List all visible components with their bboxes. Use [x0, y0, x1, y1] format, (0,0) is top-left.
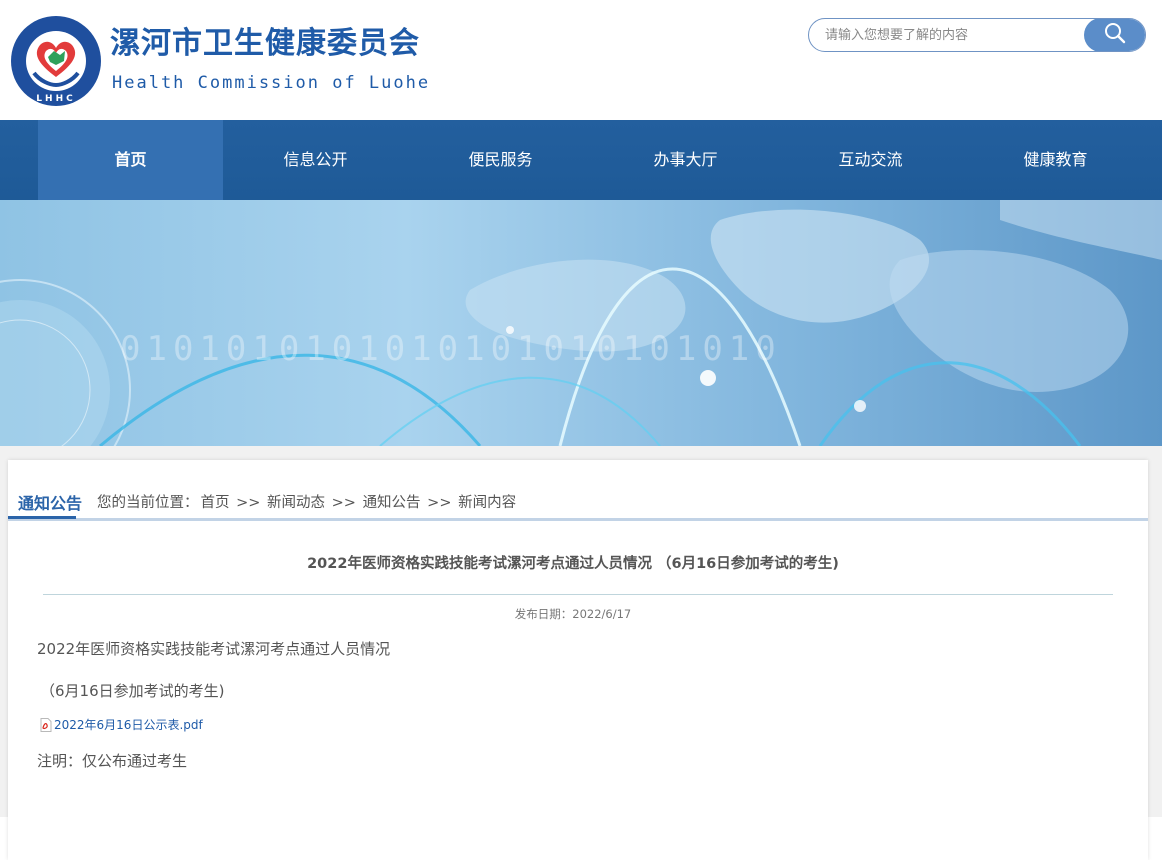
- banner-binary-text: 0101010101010101010101010: [120, 329, 782, 369]
- breadcrumb-prefix: 您的当前位置：: [97, 495, 199, 511]
- article-paragraph-1: 2022年医师资格实践技能考试漯河考点通过人员情况: [37, 640, 391, 658]
- title-divider: [43, 594, 1113, 595]
- banner-image: 0101010101010101010101010: [0, 200, 1162, 446]
- breadcrumb: 您的当前位置： 首页 >> 新闻动态 >> 通知公告 >> 新闻内容: [97, 491, 518, 512]
- nav-item-interaction[interactable]: 互动交流: [778, 120, 963, 200]
- search-box: [808, 18, 1146, 52]
- site-title: 漯河市卫生健康委员会: [110, 26, 420, 61]
- breadcrumb-notices[interactable]: 通知公告: [363, 495, 421, 511]
- panel-header: 通知公告 您的当前位置： 首页 >> 新闻动态 >> 通知公告 >> 新闻内容: [8, 460, 1148, 521]
- article-note: 注明：仅公布通过考生: [37, 752, 188, 770]
- nav-item-home[interactable]: 首页: [38, 120, 223, 200]
- attachment-filename: 2022年6月16日公示表.pdf: [54, 718, 203, 732]
- article-panel: 通知公告 您的当前位置： 首页 >> 新闻动态 >> 通知公告 >> 新闻内容 2…: [8, 460, 1148, 860]
- article-title: 2022年医师资格实践技能考试漯河考点通过人员情况 （6月16日参加考试的考生): [307, 556, 839, 572]
- breadcrumb-news-content[interactable]: 新闻内容: [458, 495, 516, 511]
- breadcrumb-separator: >>: [331, 495, 356, 511]
- article-paragraph-2: （6月16日参加考试的考生): [40, 682, 225, 700]
- section-underline: [8, 516, 76, 519]
- nav-item-public-services[interactable]: 便民服务: [408, 120, 593, 200]
- logo-letters: LHHC: [36, 94, 75, 104]
- nav-item-service-hall[interactable]: 办事大厅: [593, 120, 778, 200]
- pdf-icon: [40, 717, 52, 732]
- breadcrumb-home[interactable]: 首页: [201, 495, 230, 511]
- nav-item-info-disclosure[interactable]: 信息公开: [223, 120, 408, 200]
- publish-date-label: 发布日期：: [514, 607, 573, 621]
- search-icon: [1104, 22, 1126, 48]
- attachment-link[interactable]: 2022年6月16日公示表.pdf: [40, 716, 203, 733]
- site-subtitle: Health Commission of Luohe: [112, 73, 431, 93]
- search-button[interactable]: [1084, 19, 1145, 51]
- main-nav: 首页 信息公开 便民服务 办事大厅 互动交流 健康教育: [0, 120, 1162, 200]
- content-area: 通知公告 您的当前位置： 首页 >> 新闻动态 >> 通知公告 >> 新闻内容 2…: [0, 446, 1162, 860]
- breadcrumb-separator: >>: [236, 495, 261, 511]
- publish-date-value: 2022/6/17: [572, 607, 632, 621]
- search-input[interactable]: [825, 19, 1075, 51]
- breadcrumb-separator: >>: [427, 495, 452, 511]
- publish-date: 发布日期：2022/6/17: [8, 606, 1138, 622]
- section-label: 通知公告: [18, 494, 83, 513]
- site-logo[interactable]: LHHC: [10, 15, 102, 107]
- site-header: LHHC 漯河市卫生健康委员会 Health Commission of Luo…: [0, 0, 1162, 120]
- breadcrumb-news[interactable]: 新闻动态: [267, 495, 325, 511]
- nav-item-health-education[interactable]: 健康教育: [963, 120, 1148, 200]
